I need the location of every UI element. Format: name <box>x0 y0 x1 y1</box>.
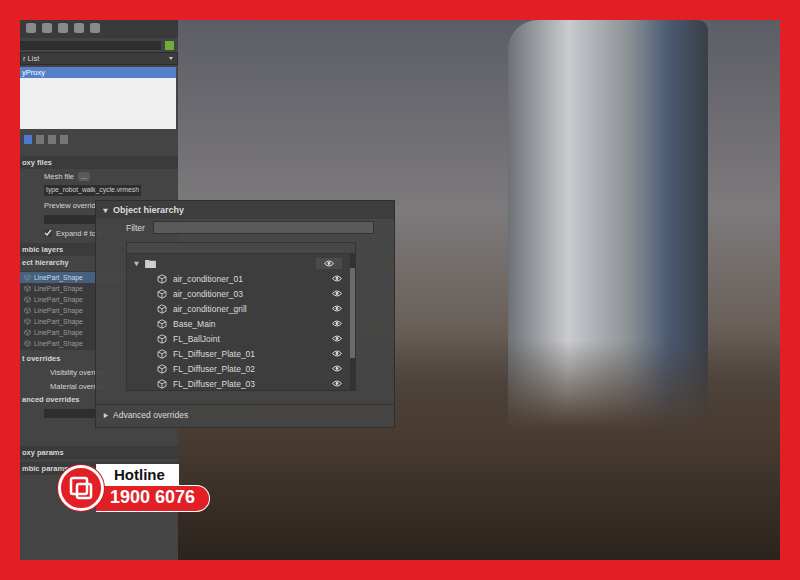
tool-icon[interactable] <box>58 23 68 33</box>
eye-icon[interactable] <box>332 350 342 357</box>
eye-icon[interactable] <box>324 260 334 267</box>
mesh-cube-icon <box>157 349 167 359</box>
hierarchy-item[interactable]: FL_BallJoint <box>127 331 348 346</box>
list-toolbar <box>20 131 178 148</box>
tool-icon[interactable] <box>74 23 84 33</box>
brand-logo-icon <box>58 465 104 511</box>
tool-icon[interactable] <box>90 23 100 33</box>
list-tool-icon[interactable] <box>60 135 68 144</box>
mesh-cube-icon <box>157 289 167 299</box>
expand-arrow-icon <box>102 412 109 419</box>
eye-icon[interactable] <box>332 290 342 297</box>
hierarchy-item[interactable]: air_conditioner_grill <box>127 301 348 316</box>
root-row[interactable] <box>127 256 348 271</box>
advanced-overrides-header[interactable]: Advanced overrides <box>96 404 394 427</box>
list-tool-icon[interactable] <box>36 135 44 144</box>
mesh-cube-icon <box>157 334 167 344</box>
status-icon <box>165 41 174 50</box>
expand-arrow-icon <box>133 260 140 267</box>
panel-header[interactable]: Object hierarchy <box>96 201 394 219</box>
section-header[interactable]: oxy params <box>20 446 178 459</box>
node-list: yProxy <box>20 67 176 129</box>
hierarchy-item[interactable]: Base_Main <box>127 316 348 331</box>
cube-icon <box>24 274 31 281</box>
browse-button[interactable]: ... <box>78 172 90 181</box>
cube-icon <box>24 340 31 347</box>
top-toolbar <box>20 20 178 38</box>
eye-icon[interactable] <box>332 320 342 327</box>
tool-icon[interactable] <box>42 23 52 33</box>
section-header[interactable]: oxy files <box>20 156 178 169</box>
tool-icon[interactable] <box>26 23 36 33</box>
eye-icon[interactable] <box>332 275 342 282</box>
list-dropdown[interactable]: r List <box>20 52 178 65</box>
expand-arrow-icon <box>102 207 109 214</box>
check-icon <box>44 229 52 237</box>
dropdown-arrow-icon <box>169 57 173 60</box>
folder-icon <box>145 259 156 268</box>
cube-icon <box>24 307 31 314</box>
cube-icon <box>24 296 31 303</box>
list-tool-icon[interactable] <box>24 135 32 144</box>
hotline-label: Hotline <box>96 464 179 485</box>
mesh-cube-icon <box>157 379 167 389</box>
hierarchy-item[interactable]: FL_Diffuser_Plate_03 <box>127 376 348 390</box>
mesh-cube-icon <box>157 274 167 284</box>
tree-header <box>127 243 355 254</box>
scrollbar[interactable] <box>350 254 355 390</box>
hierarchy-item[interactable]: FL_Diffuser_Plate_01 <box>127 346 348 361</box>
hierarchy-item[interactable]: FL_Diffuser_Plate_02 <box>127 361 348 376</box>
hotline-badge[interactable]: Hotline 1900 6076 <box>58 464 210 512</box>
hierarchy-tree: air_conditioner_01 air_conditioner_03 ai… <box>126 242 356 391</box>
expand-checkbox[interactable] <box>44 229 52 237</box>
hierarchy-item[interactable]: air_conditioner_01 <box>127 271 348 286</box>
eye-icon[interactable] <box>332 365 342 372</box>
filter-input[interactable] <box>153 221 374 234</box>
cube-icon <box>24 285 31 292</box>
cube-icon <box>24 329 31 336</box>
cube-icon <box>24 318 31 325</box>
mesh-cube-icon <box>157 319 167 329</box>
mesh-cube-icon <box>157 304 167 314</box>
eye-icon[interactable] <box>332 380 342 387</box>
eye-icon[interactable] <box>332 335 342 342</box>
list-tool-icon[interactable] <box>48 135 56 144</box>
object-hierarchy-panel: Object hierarchy Filter air_conditioner_… <box>95 200 395 428</box>
search-field[interactable] <box>20 41 161 50</box>
eye-icon[interactable] <box>332 305 342 312</box>
mesh-file-field[interactable]: type_robot_walk_cycle.vrmesh <box>44 185 141 196</box>
hierarchy-item[interactable]: air_conditioner_03 <box>127 286 348 301</box>
page-frame: r List yProxy oxy files Mesh file ... ty… <box>0 0 800 580</box>
list-item[interactable]: yProxy <box>20 67 176 78</box>
scroll-thumb[interactable] <box>350 268 355 358</box>
mesh-cube-icon <box>157 364 167 374</box>
hotline-number[interactable]: 1900 6076 <box>96 485 210 512</box>
